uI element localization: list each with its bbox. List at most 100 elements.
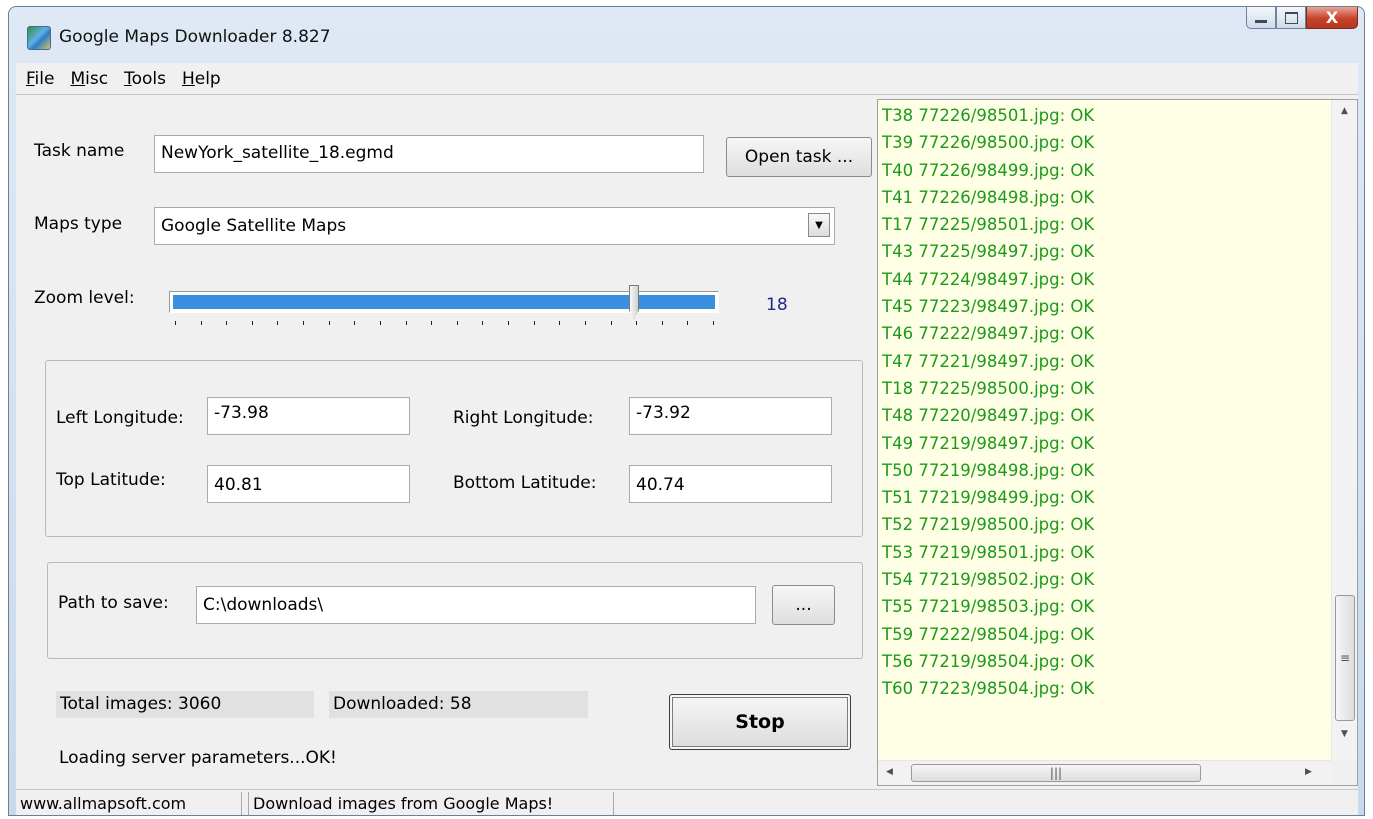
log-line: T40 77226/98499.jpg: OK (882, 160, 1095, 180)
top-latitude-label: Top Latitude: (56, 470, 166, 490)
log-line: T38 77226/98501.jpg: OK (882, 106, 1095, 125)
slider-tick (457, 321, 458, 325)
menu-misc[interactable]: Misc (70, 69, 108, 89)
bottom-latitude-label: Bottom Latitude: (453, 473, 597, 493)
log-line: T50 77219/98498.jpg: OK (882, 460, 1095, 480)
task-name-input[interactable]: NewYork_satellite_18.egmd (154, 135, 704, 173)
coordinates-group (45, 360, 863, 537)
scroll-left-icon[interactable]: ◀ (886, 767, 893, 777)
slider-tick (713, 321, 714, 325)
window-controls: X (1246, 7, 1358, 31)
task-name-label: Task name (34, 141, 125, 161)
status-message: Loading server parameters...OK! (59, 748, 337, 768)
log-line: T59 77222/98504.jpg: OK (882, 624, 1095, 644)
download-log[interactable]: T38 77226/98501.jpg: OK T39 77226/98500.j… (877, 99, 1358, 786)
log-vertical-scrollbar[interactable]: ▲ ≡ ▼ (1331, 100, 1357, 762)
chevron-down-icon[interactable]: ▼ (808, 213, 830, 237)
slider-tick (201, 321, 202, 325)
slider-tick (277, 321, 278, 325)
status-bar: www.allmapsoft.com Download images from … (16, 789, 1358, 815)
slider-tick (252, 321, 253, 325)
right-longitude-input[interactable]: -73.92 (629, 397, 832, 435)
status-website: www.allmapsoft.com (16, 792, 242, 815)
left-longitude-label: Left Longitude: (56, 408, 184, 428)
zoom-level-label: Zoom level: (34, 288, 135, 308)
window-title: Google Maps Downloader 8.827 (59, 27, 331, 47)
slider-tick (687, 321, 688, 325)
vertical-scroll-thumb[interactable]: ≡ (1335, 595, 1355, 721)
slider-tick (636, 321, 637, 325)
menu-help[interactable]: Help (182, 69, 221, 89)
log-line: T49 77219/98497.jpg: OK (882, 433, 1095, 453)
slider-tick (175, 321, 176, 325)
log-line: T46 77222/98497.jpg: OK (882, 324, 1095, 344)
slider-tick (406, 321, 407, 325)
scroll-down-icon[interactable]: ▼ (1341, 729, 1348, 739)
status-message-pane: Download images from Google Maps! (248, 792, 614, 815)
minimize-button[interactable] (1246, 7, 1276, 29)
log-line: T45 77223/98497.jpg: OK (882, 297, 1095, 317)
app-window: Google Maps Downloader 8.827 X File Misc… (8, 6, 1365, 816)
scrollbar-corner (1331, 760, 1357, 785)
slider-tick (303, 321, 304, 325)
minimize-icon (1255, 20, 1267, 23)
total-images-label: Total images: 3060 (56, 691, 314, 718)
slider-tick (354, 321, 355, 325)
log-line: T17 77225/98501.jpg: OK (882, 215, 1095, 235)
log-line: T41 77226/98498.jpg: OK (882, 187, 1095, 207)
path-to-save-input[interactable]: C:\downloads\ (196, 586, 756, 624)
path-to-save-label: Path to save: (58, 593, 169, 613)
browse-button[interactable]: ... (772, 585, 835, 625)
horizontal-scroll-thumb[interactable]: ||| (911, 764, 1201, 782)
log-line: T48 77220/98497.jpg: OK (882, 406, 1095, 426)
maximize-button[interactable] (1276, 7, 1306, 29)
downloaded-count-label: Downloaded: 58 (329, 691, 588, 718)
zoom-slider-ticks (169, 321, 719, 329)
scroll-right-icon[interactable]: ▶ (1305, 767, 1312, 777)
log-line: T47 77221/98497.jpg: OK (882, 351, 1095, 371)
stop-button[interactable]: Stop (669, 694, 851, 750)
top-latitude-input[interactable]: 40.81 (207, 465, 410, 503)
close-button[interactable]: X (1306, 7, 1358, 29)
slider-tick (559, 321, 560, 325)
slider-tick (431, 321, 432, 325)
slider-tick (380, 321, 381, 325)
maps-type-value: Google Satellite Maps (161, 216, 347, 236)
scroll-up-icon[interactable]: ▲ (1341, 106, 1348, 116)
log-line: T56 77219/98504.jpg: OK (882, 651, 1095, 671)
zoom-level-value: 18 (766, 295, 788, 315)
slider-tick (585, 321, 586, 325)
menu-bar: File Misc Tools Help (16, 63, 1358, 95)
log-line: T44 77224/98497.jpg: OK (882, 269, 1095, 289)
log-line: T39 77226/98500.jpg: OK (882, 133, 1095, 153)
slider-tick (662, 321, 663, 325)
left-longitude-input[interactable]: -73.98 (207, 397, 410, 435)
log-line: T43 77225/98497.jpg: OK (882, 242, 1095, 262)
zoom-slider-thumb[interactable] (629, 285, 639, 319)
slider-tick (611, 321, 612, 325)
bottom-latitude-input[interactable]: 40.74 (629, 465, 832, 503)
slider-tick (226, 321, 227, 325)
maps-type-select[interactable]: Google Satellite Maps ▼ (154, 207, 835, 245)
globe-map-icon (27, 26, 51, 50)
log-lines: T38 77226/98501.jpg: OK T39 77226/98500.j… (882, 102, 1094, 703)
right-longitude-label: Right Longitude: (453, 408, 594, 428)
close-icon: X (1325, 8, 1339, 27)
maximize-icon (1284, 11, 1298, 24)
log-line: T52 77219/98500.jpg: OK (882, 515, 1095, 535)
log-line: T55 77219/98503.jpg: OK (882, 597, 1095, 617)
log-line: T60 77223/98504.jpg: OK (882, 679, 1095, 699)
menu-file[interactable]: File (26, 69, 54, 89)
log-line: T18 77225/98500.jpg: OK (882, 378, 1095, 398)
maps-type-label: Maps type (34, 214, 123, 234)
slider-tick (508, 321, 509, 325)
log-line: T51 77219/98499.jpg: OK (882, 488, 1095, 508)
slider-tick (329, 321, 330, 325)
title-bar[interactable]: Google Maps Downloader 8.827 X (9, 7, 1364, 59)
log-horizontal-scrollbar[interactable]: ◀ ||| ▶ (878, 760, 1332, 785)
menu-tools[interactable]: Tools (124, 69, 166, 89)
slider-tick (534, 321, 535, 325)
open-task-button[interactable]: Open task ... (726, 137, 872, 177)
log-line: T54 77219/98502.jpg: OK (882, 570, 1095, 590)
log-line: T53 77219/98501.jpg: OK (882, 542, 1095, 562)
